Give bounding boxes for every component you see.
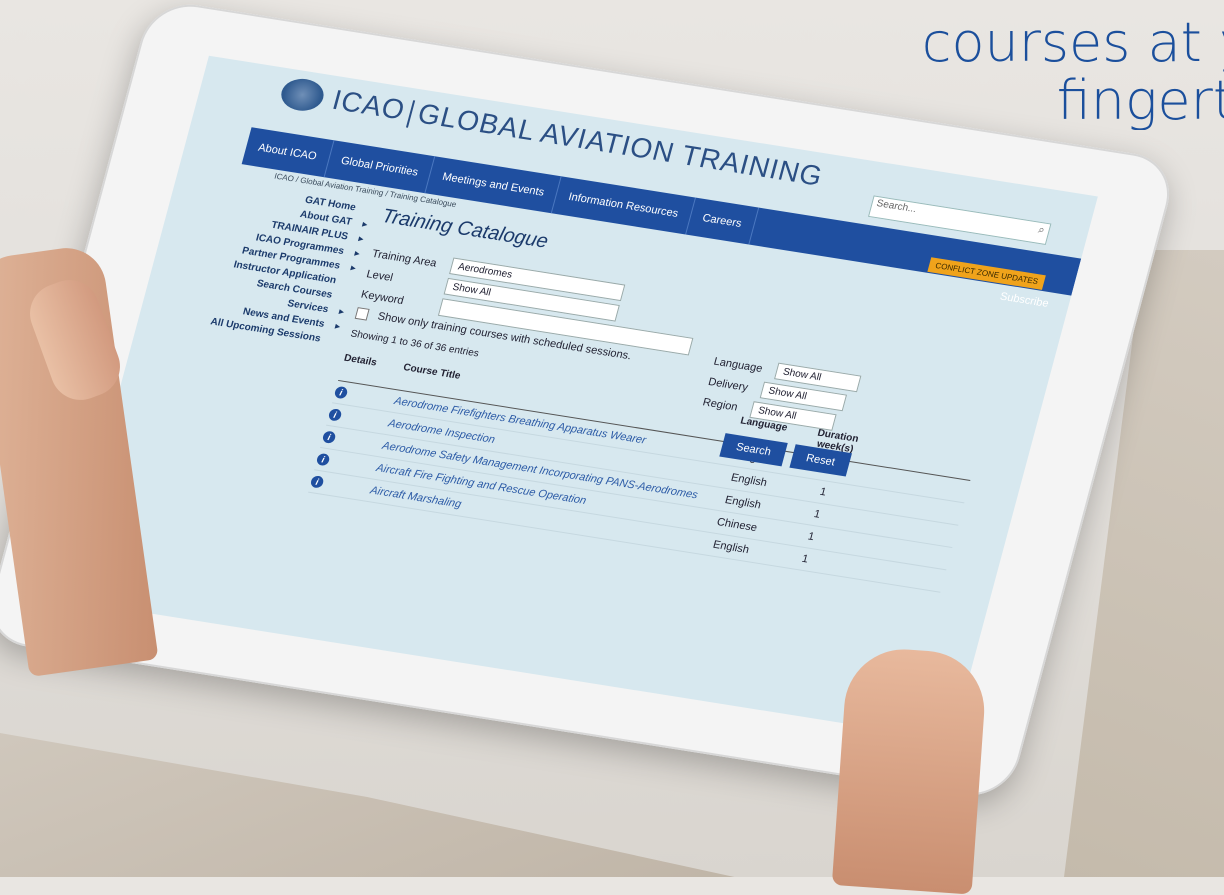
brand-left: ICAO	[329, 84, 409, 126]
chevron-right-icon: ▸	[349, 262, 358, 275]
search-icon[interactable]: ⌕	[1037, 224, 1046, 238]
keyword-label: Keyword	[359, 288, 406, 307]
scheduled-checkbox[interactable]	[354, 307, 370, 321]
info-icon[interactable]: i	[315, 452, 331, 467]
nav-information[interactable]: Information Resources	[551, 176, 696, 235]
chevron-right-icon: ▸	[357, 233, 365, 246]
chevron-right-icon: ▸	[337, 306, 346, 318]
course-duration: 1	[812, 508, 822, 521]
header-details[interactable]: Details	[340, 353, 405, 384]
tablet-screen: ICAO GLOBAL AVIATION TRAINING Search... ⌕…	[63, 55, 1098, 741]
course-duration: 1	[806, 530, 816, 544]
sidebar: GAT Home About GAT ▸ TRAINAIR PLUS ▸ ICAO …	[198, 182, 369, 348]
info-icon[interactable]: i	[321, 430, 337, 444]
language-label: Language	[712, 355, 764, 375]
right-hand	[831, 645, 989, 895]
region-label: Region	[701, 395, 740, 414]
search-placeholder: Search...	[875, 198, 918, 216]
delivery-label: Delivery	[706, 375, 750, 394]
nav-careers[interactable]: Careers	[685, 197, 760, 245]
headline-line1: courses at yo	[921, 14, 1224, 74]
chevron-right-icon: ▸	[353, 248, 362, 260]
info-icon[interactable]: i	[309, 475, 325, 489]
course-duration: 1	[818, 485, 828, 499]
icao-emblem-icon	[277, 75, 328, 114]
info-icon[interactable]: i	[327, 408, 343, 422]
chevron-right-icon: ▸	[361, 218, 369, 231]
nav-about[interactable]: About ICAO	[241, 127, 335, 178]
chevron-right-icon: ▸	[333, 320, 342, 333]
info-icon[interactable]: i	[333, 385, 349, 400]
course-duration: 1	[800, 552, 810, 566]
